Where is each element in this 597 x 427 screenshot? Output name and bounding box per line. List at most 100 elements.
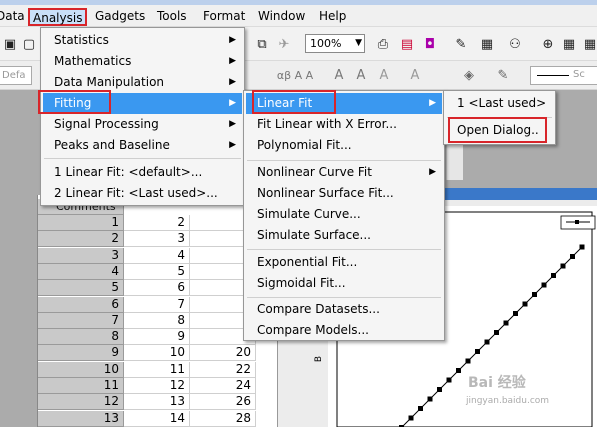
menu-item-label: Statistics — [54, 33, 109, 47]
data-point — [484, 339, 490, 345]
menu-item-recent-2[interactable]: 2 Linear Fit: <Last used>... — [43, 183, 242, 204]
menu-item-recent-1[interactable]: 1 Linear Fit: <default>... — [43, 162, 242, 183]
menu-data[interactable]: Data — [0, 8, 28, 26]
menu-tools[interactable]: Tools — [154, 8, 190, 26]
line-style-select[interactable]: Sc — [530, 66, 597, 85]
fill-color-icon[interactable]: ◈ — [460, 66, 478, 84]
menu-item-open-dialog[interactable]: Open Dialog.. — [446, 120, 553, 141]
menu-help[interactable]: Help — [316, 8, 349, 26]
menu-separator — [247, 160, 441, 161]
cell-col-a[interactable]: 9 — [124, 329, 190, 346]
row-header[interactable]: 11 — [38, 378, 124, 394]
data-point — [551, 273, 556, 278]
menu-item-nonlinear-surface-fit[interactable]: Nonlinear Surface Fit... — [246, 183, 442, 204]
font-size-icon[interactable]: A — [375, 66, 393, 84]
export-icon[interactable]: ▤ — [398, 35, 416, 53]
row-header[interactable]: 3 — [38, 247, 124, 264]
row-header[interactable]: 12 — [38, 394, 124, 411]
cell-col-a[interactable]: 10 — [124, 345, 190, 362]
cell-col-a[interactable]: 7 — [124, 296, 190, 313]
superscript-icon[interactable]: A — [330, 66, 348, 84]
menu-item-simulate-surface[interactable]: Simulate Surface... — [246, 225, 442, 246]
menu-item-fit-linear-x-error[interactable]: Fit Linear with X Error... — [246, 114, 442, 135]
data-point — [437, 387, 442, 392]
new-icon[interactable]: ▣ — [1, 35, 19, 53]
line-color-icon[interactable]: ✎ — [494, 66, 512, 84]
menu-item-fitting[interactable]: Fitting ▶ — [43, 93, 242, 114]
menu-item-peaks-baseline[interactable]: Peaks and Baseline ▶ — [43, 135, 242, 156]
row-header[interactable]: 1 — [38, 215, 124, 231]
project-explorer-icon[interactable]: ⚇ — [506, 35, 524, 53]
cell-col-a[interactable]: 5 — [124, 263, 190, 280]
cell-col-a[interactable]: 8 — [124, 312, 190, 329]
font-color-icon[interactable]: A — [406, 66, 424, 84]
cell-col-b[interactable]: 22 — [190, 361, 256, 378]
data-point — [522, 301, 528, 307]
font-name-input[interactable]: Defa — [0, 66, 32, 85]
clipboard-icon[interactable]: ◘ — [421, 35, 439, 53]
menu-gadgets[interactable]: Gadgets — [92, 8, 148, 26]
cell-col-a[interactable]: 14 — [124, 410, 190, 427]
cell-col-b[interactable]: 28 — [190, 410, 256, 427]
row-header[interactable]: 7 — [38, 312, 124, 329]
cell-col-a[interactable]: 11 — [124, 361, 190, 378]
menu-format[interactable]: Format — [200, 8, 248, 26]
worksheet-icon[interactable]: ▦ — [560, 35, 578, 53]
menu-item-simulate-curve[interactable]: Simulate Curve... — [246, 204, 442, 225]
row-header[interactable]: 8 — [38, 329, 124, 346]
menu-item-exponential-fit[interactable]: Exponential Fit... — [246, 252, 442, 273]
menu-item-compare-models[interactable]: Compare Models... — [246, 320, 442, 341]
open-icon[interactable]: ▢ — [20, 35, 38, 53]
row-header[interactable]: 13 — [38, 410, 124, 427]
row-header[interactable]: 9 — [38, 345, 124, 362]
cell-col-a[interactable]: 6 — [124, 280, 190, 297]
data-point — [503, 320, 509, 326]
row-header[interactable]: 5 — [38, 280, 124, 297]
menu-item-compare-datasets[interactable]: Compare Datasets... — [246, 299, 442, 320]
row-header[interactable]: 6 — [38, 296, 124, 313]
subscript-icon[interactable]: A — [352, 66, 370, 84]
menu-item-polynomial-fit[interactable]: Polynomial Fit... — [246, 135, 442, 156]
legend-marker — [575, 220, 579, 224]
menu-item-statistics[interactable]: Statistics ▶ — [43, 30, 242, 51]
row-header[interactable]: 10 — [38, 361, 124, 378]
matrix-icon[interactable]: ▦ — [581, 35, 597, 53]
zoom-select[interactable]: 100% ▼ — [305, 34, 365, 53]
menu-item-label: Data Manipulation — [54, 75, 165, 89]
cell-col-a[interactable]: 2 — [124, 215, 190, 231]
copy-format-icon[interactable]: ⧉ — [253, 35, 271, 53]
data-point — [494, 330, 499, 335]
menu-window[interactable]: Window — [255, 8, 308, 26]
chevron-down-icon: ▼ — [355, 38, 362, 48]
zoom-value: 100% — [310, 37, 342, 50]
menu-item-mathematics[interactable]: Mathematics ▶ — [43, 51, 242, 72]
cell-col-a[interactable]: 4 — [124, 247, 190, 264]
menu-item-last-used[interactable]: 1 <Last used> — [446, 93, 553, 114]
cell-col-a[interactable]: 3 — [124, 231, 190, 248]
cell-col-b[interactable]: 26 — [190, 394, 256, 411]
menu-item-nonlinear-curve-fit[interactable]: Nonlinear Curve Fit ▶ — [246, 162, 442, 183]
watermark-text: Bai 经验 — [468, 375, 526, 391]
cell-col-a[interactable]: 13 — [124, 394, 190, 411]
chevron-right-icon: ▶ — [429, 98, 436, 108]
redraw-icon[interactable]: ✈ — [275, 35, 293, 53]
menu-item-signal-processing[interactable]: Signal Processing ▶ — [43, 114, 242, 135]
notes-icon[interactable]: ✎ — [452, 35, 470, 53]
menu-separator — [447, 117, 552, 118]
row-header[interactable]: 4 — [38, 263, 124, 280]
cell-col-a[interactable]: 12 — [124, 378, 190, 394]
zoom-icon[interactable]: ⊕ — [539, 35, 557, 53]
chevron-right-icon: ▶ — [229, 77, 236, 87]
menu-item-sigmoidal-fit[interactable]: Sigmoidal Fit... — [246, 273, 442, 294]
cell-col-b[interactable]: 24 — [190, 378, 256, 394]
data-point — [418, 406, 423, 411]
y-axis-label: B — [314, 355, 325, 363]
print-icon[interactable]: ⎙ — [374, 35, 392, 53]
results-log-icon[interactable]: ▦ — [478, 35, 496, 53]
greek-text-icons[interactable]: αβ A A — [270, 66, 320, 84]
row-header[interactable]: 2 — [38, 231, 124, 248]
cell-col-b[interactable]: 20 — [190, 345, 256, 362]
menu-item-linear-fit[interactable]: Linear Fit ▶ — [246, 93, 442, 114]
menu-item-data-manipulation[interactable]: Data Manipulation ▶ — [43, 72, 242, 93]
menu-analysis[interactable]: Analysis — [28, 8, 88, 26]
